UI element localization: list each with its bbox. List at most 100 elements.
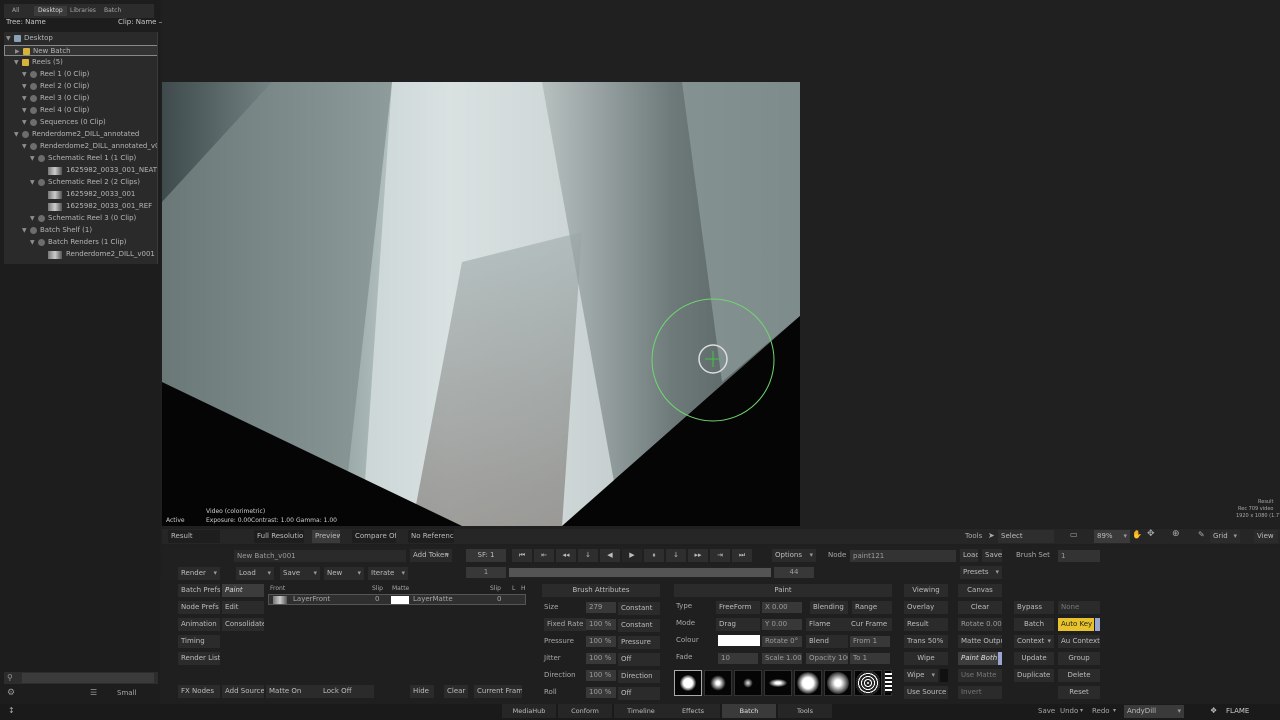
duplicate-button[interactable]: Duplicate: [1014, 669, 1054, 682]
fade-field[interactable]: 10: [718, 653, 758, 664]
flame-button[interactable]: Flame: [806, 618, 848, 631]
reference-button[interactable]: No Reference: [408, 530, 454, 543]
expand-toggle-icon[interactable]: ▼: [22, 141, 27, 152]
matte-slip[interactable]: 0: [497, 594, 501, 605]
expand-toggle-icon[interactable]: ▼: [22, 69, 27, 80]
brush-preset-large[interactable]: [794, 670, 822, 696]
redo-chevron-icon[interactable]: ▾: [1113, 707, 1116, 714]
use-source-button[interactable]: Use Source: [904, 686, 948, 699]
wipe-mode-select[interactable]: Wipe: [904, 669, 938, 682]
edit-button[interactable]: Edit: [222, 601, 264, 614]
paint-both-button[interactable]: Paint Both: [958, 652, 1002, 665]
tab-batch[interactable]: Batch: [722, 704, 776, 718]
animation-button[interactable]: Animation: [178, 618, 220, 631]
use-matte-button[interactable]: Use Matte: [958, 669, 1002, 682]
wipe-swatch[interactable]: [940, 669, 948, 682]
zoom-select[interactable]: 89%: [1094, 530, 1130, 543]
to-field[interactable]: To 1: [850, 653, 890, 664]
node-save-button[interactable]: Save: [982, 549, 1002, 562]
reset-button[interactable]: Reset: [1058, 686, 1100, 699]
step-back-icon[interactable]: ◂◂: [556, 549, 576, 562]
brush-attr-value[interactable]: 100 %: [586, 670, 616, 681]
viewer-area[interactable]: Active Video (colorimetric) Exposure: 0.…: [162, 0, 1280, 528]
play-icon[interactable]: ▶: [622, 549, 642, 562]
list-view-icon[interactable]: ☰: [90, 688, 97, 697]
expand-toggle-icon[interactable]: ▼: [22, 81, 27, 92]
brush-attr-mode[interactable]: Constant: [618, 619, 660, 632]
tree-item[interactable]: ▼ Reel 3 (0 Clip): [4, 93, 157, 104]
tree-item[interactable]: 1625982_0033_001_REF: [4, 201, 157, 212]
brush-attr-mode[interactable]: Constant: [618, 602, 660, 615]
prev-key-icon[interactable]: ⇤: [534, 549, 554, 562]
tree-item[interactable]: ▶ New Batch: [4, 45, 157, 57]
expand-toggle-icon[interactable]: ▶: [15, 46, 20, 57]
step-fwd-icon[interactable]: ▸▸: [688, 549, 708, 562]
context-button[interactable]: Context: [1014, 635, 1054, 648]
brush-attr-label[interactable]: Fixed Rate: [544, 618, 587, 631]
brush-attr-mode[interactable]: Pressure: [618, 636, 660, 649]
timeline-scrubber[interactable]: [508, 567, 772, 578]
target-icon[interactable]: ⊕: [1172, 529, 1180, 539]
move-icon[interactable]: ✥: [1147, 529, 1155, 539]
expand-toggle-icon[interactable]: ▼: [14, 57, 19, 68]
undo-chevron-icon[interactable]: ▾: [1080, 707, 1083, 714]
select-arrow-icon[interactable]: ➤: [988, 531, 995, 540]
select-tool[interactable]: Select: [998, 530, 1054, 543]
tree-item[interactable]: Renderdome2_DILL_v001: [4, 249, 157, 260]
grid-select[interactable]: Grid: [1210, 530, 1240, 543]
view-select[interactable]: Result: [168, 530, 220, 543]
range-button[interactable]: Range: [852, 601, 892, 614]
result-button[interactable]: Result: [904, 618, 948, 631]
hide-button[interactable]: Hide: [410, 685, 434, 698]
next-key-icon[interactable]: ⇥: [710, 549, 730, 562]
undo-button[interactable]: Undo: [1060, 705, 1078, 718]
cur-frame-button[interactable]: Cur Frame: [848, 618, 892, 631]
go-start-icon[interactable]: ⏮: [512, 549, 532, 562]
tab-tools[interactable]: Tools: [778, 704, 832, 718]
brush-preset-flat[interactable]: [764, 670, 792, 696]
prev-frame-icon[interactable]: ↓: [578, 549, 598, 562]
paint-tab-button[interactable]: Paint: [222, 584, 264, 597]
brush-preset-soft[interactable]: [704, 670, 732, 696]
frame-icon[interactable]: ▭: [1070, 530, 1078, 539]
expand-toggle-icon[interactable]: ▼: [30, 237, 35, 248]
matte-on-button[interactable]: Matte On: [266, 685, 320, 698]
y-field[interactable]: Y 0.00: [762, 619, 802, 630]
batch-prefs-button[interactable]: Batch Prefs: [178, 584, 220, 597]
fx-nodes-button[interactable]: FX Nodes: [178, 685, 220, 698]
gear-icon[interactable]: ⚙: [7, 688, 15, 698]
end-frame-field[interactable]: 44: [774, 567, 814, 578]
tab-timeline[interactable]: Timeline: [614, 704, 668, 718]
tree-item[interactable]: ▼ Batch Renders (1 Clip): [4, 237, 157, 248]
opacity-field[interactable]: Opacity 100: [806, 653, 848, 664]
x-field[interactable]: X 0.00: [762, 602, 802, 613]
options-button[interactable]: Options: [772, 549, 816, 562]
library-tab-desktop[interactable]: Desktop: [34, 6, 67, 16]
auto-key-button[interactable]: Auto Key: [1058, 618, 1094, 631]
expand-toggle-icon[interactable]: ▼: [22, 105, 27, 116]
brush-attr-mode[interactable]: Off: [618, 687, 660, 700]
bypass-button[interactable]: Bypass: [1014, 601, 1054, 614]
node-prefs-button[interactable]: Node Prefs: [178, 601, 220, 614]
rotate-canvas-field[interactable]: Rotate 0.00: [958, 618, 1002, 631]
new-button[interactable]: New: [324, 567, 364, 580]
brush-attr-value[interactable]: 100 %: [586, 687, 616, 698]
library-tab-batch[interactable]: Batch: [100, 6, 125, 16]
render-list-button[interactable]: Render List: [178, 652, 220, 665]
brush-attr-value[interactable]: 100 %: [586, 653, 616, 664]
update-button[interactable]: Update: [1014, 652, 1054, 665]
user-select[interactable]: AndyDill: [1124, 705, 1184, 718]
play-back-icon[interactable]: ◀: [600, 549, 620, 562]
add-source-button[interactable]: Add Source: [222, 685, 264, 698]
tree-item[interactable]: ▼ Schematic Reel 1 (1 Clip): [4, 153, 157, 164]
tree-item[interactable]: ▼ Reel 4 (0 Clip): [4, 105, 157, 116]
consolidate-button[interactable]: Consolidate: [222, 618, 264, 631]
from-field[interactable]: From 1: [850, 636, 890, 647]
redo-button[interactable]: Redo: [1092, 705, 1110, 718]
overlay-button[interactable]: Overlay: [904, 601, 948, 614]
pause-icon[interactable]: ⏸: [644, 549, 664, 562]
compare-button[interactable]: Compare Off: [352, 530, 396, 543]
load-button[interactable]: Load: [236, 567, 274, 580]
library-tab-all[interactable]: All: [8, 6, 23, 16]
clear-button[interactable]: Clear: [444, 685, 468, 698]
